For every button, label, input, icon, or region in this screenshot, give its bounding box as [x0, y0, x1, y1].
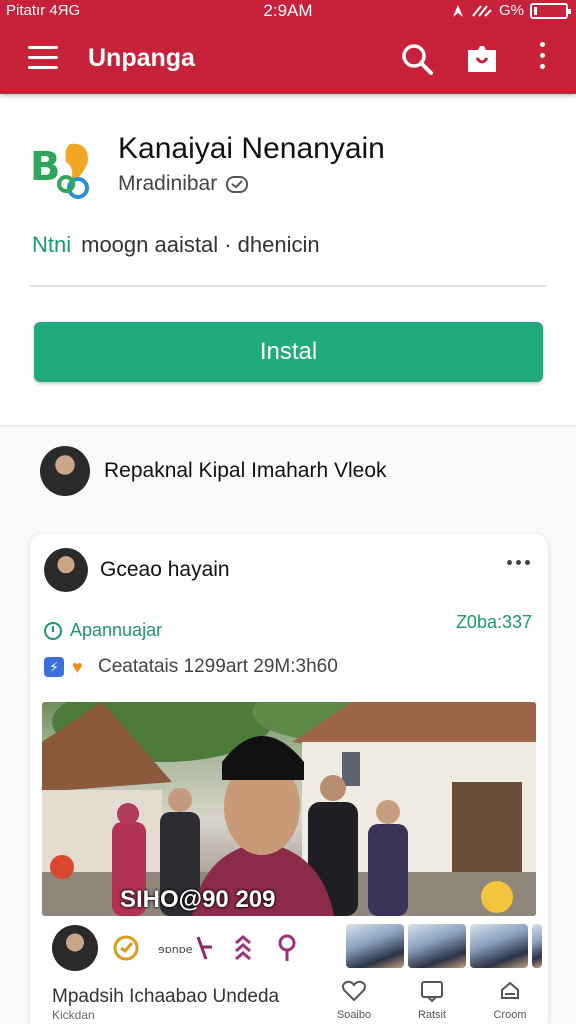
- status-bar: Pitatır 4ЯG 2:9AM G%: [0, 0, 576, 24]
- divider: [30, 285, 546, 287]
- related-thumbnail[interactable]: [532, 924, 542, 968]
- comment-label: Ratsit: [417, 1009, 447, 1021]
- heart-outline-icon: [342, 980, 366, 1002]
- app-name: Kanaiyai Nenanyain: [118, 132, 385, 165]
- reactor-avatar[interactable]: [52, 925, 98, 971]
- post-photo[interactable]: SIHO@90 209: [42, 702, 536, 916]
- heart-icon: ♥: [72, 657, 83, 677]
- share-label: Croom: [493, 1009, 527, 1021]
- svg-text:B: B: [30, 144, 61, 190]
- svg-text:ɘɒnɒe: ɘɒnɒe: [158, 943, 193, 956]
- post-actions: ɘɒnɒe: [42, 920, 542, 976]
- like-button[interactable]: Soaibo: [326, 980, 382, 1021]
- share-icon: [501, 981, 519, 999]
- menu-icon[interactable]: [28, 46, 58, 72]
- rank-icon[interactable]: [228, 933, 258, 963]
- app-logo: B: [30, 143, 89, 199]
- app-bar: Unpanga: [0, 24, 576, 94]
- battery-icon: [530, 2, 571, 19]
- share-button[interactable]: Croom: [482, 980, 538, 1021]
- store-icon[interactable]: [464, 42, 500, 76]
- post-footer-subtext: Kickdan: [52, 1008, 95, 1022]
- pin-icon[interactable]: [272, 933, 302, 963]
- install-button[interactable]: Instal: [34, 322, 543, 382]
- related-thumbnail[interactable]: [408, 924, 466, 968]
- verified-badge-icon: [226, 176, 249, 193]
- post-meta-text: Ceatatais 1299art 29M:3h60: [98, 656, 338, 677]
- related-thumbnails: [346, 924, 542, 968]
- comment-button[interactable]: Ratsit: [404, 980, 460, 1021]
- photo-scene: [42, 702, 536, 916]
- tagline-text: moogn aaistal · dhenicin: [81, 232, 320, 257]
- post-footer-text: Mpadsih Ichaabao Undeda: [52, 986, 280, 1007]
- post-username: Gceao hayain: [100, 558, 230, 581]
- stats-icon[interactable]: ɘɒnɒe: [158, 933, 214, 963]
- author-avatar[interactable]: [40, 446, 90, 496]
- post-more-icon[interactable]: [507, 560, 530, 565]
- author-name: Repaknal Kipal Imaharh Vleok: [104, 459, 387, 482]
- comment-icon: [421, 981, 443, 1003]
- like-label: Soaibo: [336, 1009, 372, 1021]
- bolt-icon: ⚡: [44, 657, 64, 677]
- post-user-avatar[interactable]: [44, 548, 88, 592]
- author-row[interactable]: Repaknal Kipal Imaharh Vleok: [40, 446, 387, 496]
- post-meta: ⚡ ♥ Ceatatais 1299art 29M:3h60: [44, 656, 338, 678]
- developer-row[interactable]: Mradinibar: [118, 172, 249, 196]
- related-thumbnail[interactable]: [346, 924, 404, 968]
- developer-name: Mradinibar: [118, 172, 218, 195]
- clock-icon: [44, 621, 62, 640]
- post-timestamp: Z0ba:337: [455, 612, 532, 632]
- app-bar-title: Unpanga: [88, 44, 195, 72]
- clock-check-icon[interactable]: [112, 933, 144, 963]
- tagline-highlight: Ntni: [32, 232, 72, 257]
- search-icon[interactable]: [400, 42, 434, 76]
- status-icons: G%: [451, 2, 571, 19]
- post-header[interactable]: Gceao hayain: [44, 548, 230, 592]
- photo-caption: SIHO@90 209: [120, 886, 276, 913]
- location-icon: [452, 4, 463, 17]
- more-vert-icon[interactable]: [536, 42, 548, 76]
- post-status-text: Apannuajar: [70, 620, 163, 640]
- footer-actions: Soaibo Ratsit Croom: [326, 980, 538, 1021]
- post-card: Gceao hayain Apannuajar Z0ba:337 ⚡ ♥ Cea…: [30, 534, 548, 1024]
- post-status: Apannuajar: [44, 620, 162, 641]
- battery-percent: G%: [498, 2, 524, 19]
- related-thumbnail[interactable]: [470, 924, 528, 968]
- signal-icon: [472, 4, 492, 17]
- app-tagline: Ntni moogn aaistal · dhenicin: [32, 232, 320, 258]
